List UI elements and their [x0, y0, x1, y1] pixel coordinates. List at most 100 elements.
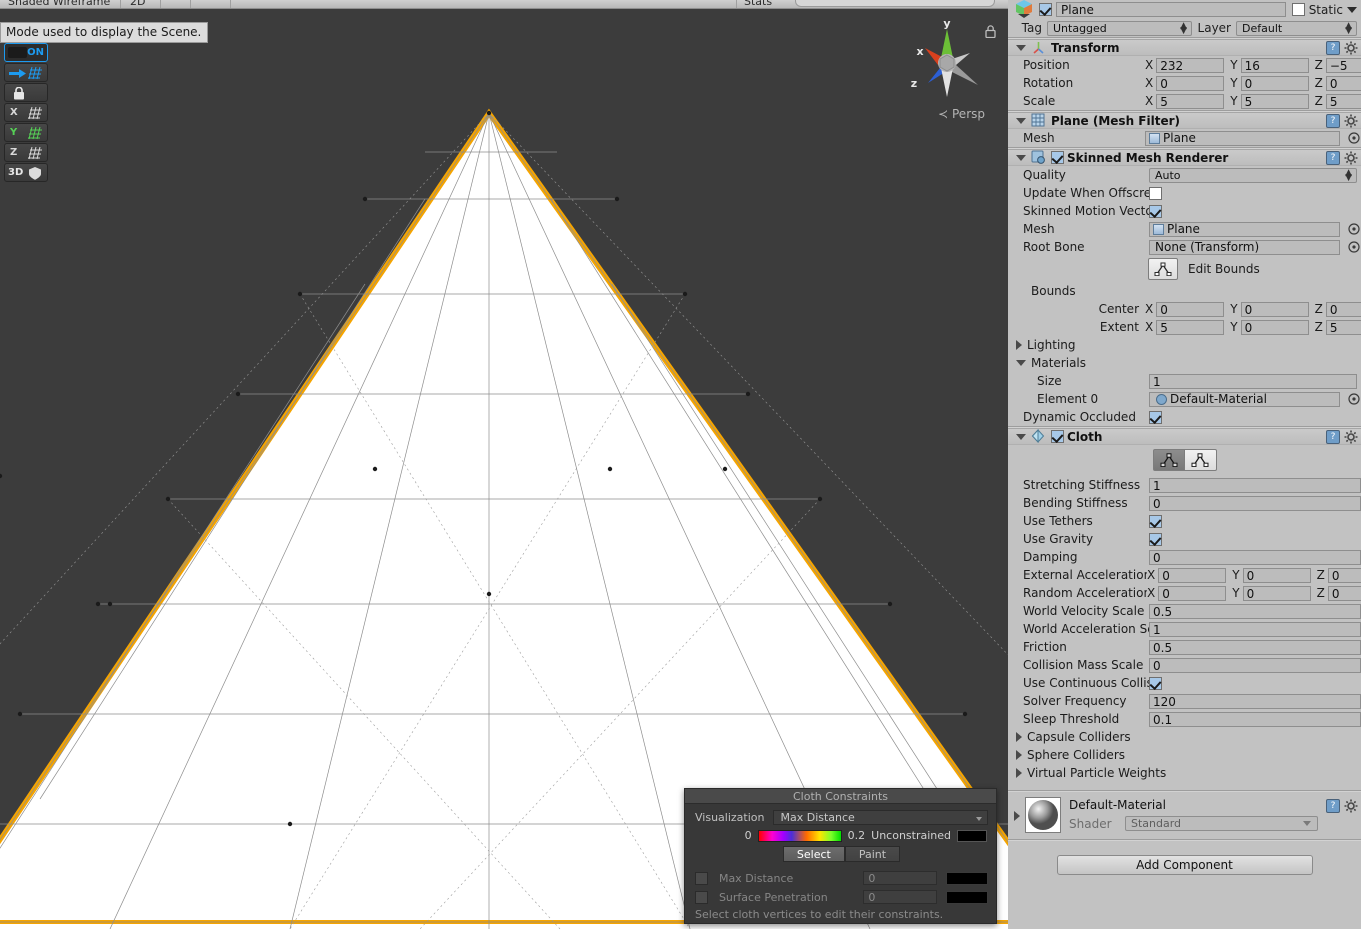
x-axis-toggle-button[interactable]: X [4, 103, 48, 122]
help-icon[interactable]: ? [1326, 41, 1340, 55]
random-acceleration-z-input[interactable]: 0 [1327, 585, 1361, 601]
position-x-input[interactable]: 232 [1156, 57, 1225, 73]
center-y-input[interactable]: 0 [1240, 301, 1309, 317]
header-actions[interactable]: ? [1326, 430, 1358, 444]
help-icon[interactable]: ? [1326, 799, 1340, 813]
edit-bounds-button[interactable] [1148, 258, 1178, 280]
foldout-arrow-icon[interactable] [1016, 750, 1022, 760]
position-z-input[interactable]: −5 [1325, 57, 1361, 73]
help-icon[interactable]: ? [1326, 114, 1340, 128]
help-icon[interactable]: ? [1326, 430, 1340, 444]
gameobject-name-input[interactable]: Plane [1056, 2, 1286, 17]
gear-icon[interactable] [1344, 430, 1358, 444]
3d-toggle-button[interactable]: 3D [4, 163, 48, 182]
materials-size-input[interactable]: 1 [1149, 373, 1357, 389]
smr-mesh-object-field[interactable]: Plane [1149, 221, 1340, 237]
gear-icon[interactable] [1344, 799, 1358, 813]
surface-penetration-color-swatch[interactable] [946, 890, 988, 904]
toolbar-cell-fx[interactable] [230, 0, 270, 8]
gameobject-enabled-checkbox[interactable] [1039, 3, 1052, 16]
scene-orientation-gizmo[interactable]: y x z [904, 13, 990, 118]
z-axis-toggle-button[interactable]: Z [4, 143, 48, 162]
materials-foldout[interactable]: Materials [1008, 354, 1361, 372]
random-acceleration-x-input[interactable]: 0 [1158, 585, 1227, 601]
shading-mode-label[interactable]: Shaded Wireframe [8, 0, 110, 8]
position-y-input[interactable]: 16 [1240, 57, 1309, 73]
object-picker-icon[interactable] [1348, 392, 1361, 406]
max-distance-color-swatch[interactable] [946, 871, 988, 885]
cloth-scene-tools[interactable]: ON X Y Z 3D [4, 23, 48, 183]
inspector-panel[interactable]: Plane Static Tag Untagged ▲ ▼ Layer Defau… [1008, 0, 1361, 929]
cloth-constraints-button[interactable] [1184, 449, 1217, 471]
object-picker-icon[interactable] [1348, 131, 1361, 145]
surface-penetration-checkbox[interactable] [695, 890, 708, 904]
tag-dropdown[interactable]: Untagged ▲ ▼ [1047, 20, 1192, 36]
cloth-header[interactable]: Cloth ? [1008, 428, 1361, 445]
dynamic-occluded-checkbox[interactable] [1149, 410, 1162, 424]
shader-dropdown[interactable]: Standard [1125, 816, 1318, 831]
extent-y-input[interactable]: 0 [1240, 319, 1309, 335]
scale-y-input[interactable]: 5 [1240, 93, 1309, 109]
center-z-input[interactable]: 0 [1325, 301, 1361, 317]
world-velocity-scale-input[interactable]: 0.5 [1149, 603, 1361, 619]
mesh-object-field[interactable]: Plane [1145, 130, 1340, 146]
help-icon[interactable]: ? [1326, 151, 1340, 165]
header-actions[interactable]: ? [1326, 41, 1358, 55]
cloth-self-collision-button[interactable] [1152, 449, 1185, 471]
rotation-y-input[interactable]: 0 [1240, 75, 1309, 91]
camera-projection-label[interactable]: ≺ Persp [938, 107, 985, 121]
foldout-arrow-icon[interactable] [1016, 732, 1022, 742]
select-mode-button[interactable]: Select [782, 846, 845, 862]
extent-z-input[interactable]: 5 [1325, 319, 1361, 335]
quality-dropdown[interactable]: Auto ▲ ▼ [1149, 167, 1357, 183]
visualization-dropdown[interactable]: Max Distance [773, 810, 988, 825]
on-toggle-button[interactable]: ON [4, 43, 48, 62]
stats-label[interactable]: Stats [744, 0, 772, 8]
manipulate-toggle-button[interactable] [4, 63, 48, 82]
solver-frequency-input[interactable]: 120 [1149, 693, 1361, 709]
external-acceleration-x-input[interactable]: 0 [1158, 567, 1227, 583]
damping-input[interactable]: 0 [1149, 549, 1361, 565]
add-component-button[interactable]: Add Component [1056, 855, 1313, 875]
object-picker-icon[interactable] [1348, 240, 1361, 254]
foldout-arrow-icon[interactable] [1016, 154, 1026, 161]
random-acceleration-y-input[interactable]: 0 [1242, 585, 1311, 601]
object-picker-icon[interactable] [1348, 222, 1361, 236]
foldout-arrow-icon[interactable] [1016, 768, 1022, 778]
scene-search-field[interactable] [795, 0, 995, 7]
foldout-arrow-icon[interactable] [1016, 340, 1022, 350]
scale-z-input[interactable]: 5 [1325, 93, 1361, 109]
foldout-arrow-icon[interactable] [1016, 117, 1026, 124]
rotation-z-input[interactable]: 0 [1325, 75, 1361, 91]
header-actions[interactable]: ? [1326, 799, 1358, 813]
capsule-colliders-foldout[interactable]: Capsule Colliders [1008, 728, 1361, 746]
select-paint-toggle-group[interactable]: Select Paint [695, 846, 988, 862]
use-tethers-checkbox[interactable] [1149, 514, 1162, 528]
external-acceleration-y-input[interactable]: 0 [1242, 567, 1311, 583]
external-acceleration-z-input[interactable]: 0 [1327, 567, 1361, 583]
foldout-arrow-icon[interactable] [1016, 360, 1026, 366]
cloth-enabled-checkbox[interactable] [1051, 430, 1064, 443]
max-distance-input[interactable]: 0 [863, 871, 938, 885]
chevron-down-icon[interactable] [1347, 6, 1357, 13]
center-x-input[interactable]: 0 [1156, 301, 1225, 317]
cloth-constraints-panel[interactable]: Cloth Constraints Visualization Max Dist… [684, 788, 997, 924]
paint-mode-button[interactable]: Paint [844, 846, 901, 862]
toolbar-2d-label[interactable]: 2D [130, 0, 145, 8]
gear-icon[interactable] [1344, 151, 1358, 165]
update-when-offscreen-checkbox[interactable] [1149, 186, 1162, 200]
skinned-motion-vectors-checkbox[interactable] [1149, 204, 1162, 218]
surface-penetration-input[interactable]: 0 [863, 890, 938, 904]
toolbar-cell-audio[interactable] [190, 0, 230, 8]
use-continuous-collision-checkbox[interactable] [1149, 676, 1162, 690]
gear-icon[interactable] [1344, 114, 1358, 128]
virtual-particle-weights-foldout[interactable]: Virtual Particle Weights [1008, 764, 1361, 782]
gear-icon[interactable] [1344, 41, 1358, 55]
y-axis-toggle-button[interactable]: Y [4, 123, 48, 142]
lighting-foldout[interactable]: Lighting [1008, 336, 1361, 354]
scene-view[interactable]: ON X Y Z 3D Mode used to display the Sce… [0, 9, 1008, 929]
collision-mass-scale-input[interactable]: 0 [1149, 657, 1361, 673]
element0-object-field[interactable]: Default-Material [1149, 391, 1340, 407]
foldout-arrow-icon[interactable] [1016, 44, 1026, 51]
root-bone-object-field[interactable]: None (Transform) [1149, 239, 1340, 255]
